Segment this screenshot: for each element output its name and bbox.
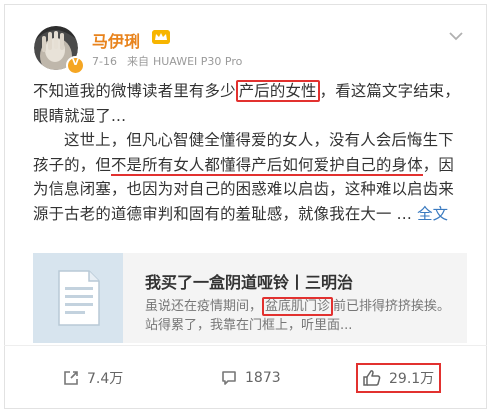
desc-highlight-box: 盆底肌门诊: [262, 297, 334, 316]
post-meta: 7-16 来自 HUAWEI P30 Pro: [92, 53, 252, 69]
like-count: 29.1万: [389, 371, 435, 387]
thumbs-up-icon: [363, 370, 381, 386]
post-source-prefix: 来自: [126, 55, 149, 68]
paragraph-1: 不知道我的微博读者里有多少 产后的女性 ，看这篇文字结束，眼睛就湿了...: [33, 79, 469, 128]
ellipsis: ...: [391, 204, 418, 223]
full-text-link[interactable]: 全文: [417, 205, 448, 223]
comment-count: 1873: [245, 370, 281, 386]
article-description: 虽说还在疫情期间， 盆底肌门诊 前已排得挤挤挨挨。站得累了，我靠在门框上，听里面..…: [145, 297, 461, 335]
chevron-down-icon[interactable]: [448, 27, 464, 41]
article-thumbnail: [33, 253, 123, 343]
verified-v-icon: V: [66, 56, 85, 75]
divider: [4, 345, 487, 346]
repost-button[interactable]: 7.4万: [62, 366, 123, 390]
vip-crown-icon: [152, 30, 170, 44]
article-title[interactable]: 我买了一盒阴道哑铃丨三明治: [145, 269, 353, 293]
desc-text-a: 虽说还在疫情期间，: [145, 299, 263, 314]
comment-button[interactable]: 1873: [220, 366, 281, 390]
action-bar: 7.4万 1873 29.1万: [4, 358, 487, 398]
comment-icon: [222, 371, 236, 385]
repost-icon: [64, 371, 78, 385]
post-date[interactable]: 7-16: [92, 55, 117, 68]
article-card[interactable]: 我买了一盒阴道哑铃丨三明治 虽说还在疫情期间， 盆底肌门诊 前已排得挤挤挨挨。站得累…: [33, 253, 467, 343]
post-text: 不知道我的微博读者里有多少 产后的女性 ，看这篇文字结束，眼睛就湿了... 这世上，…: [33, 79, 469, 227]
like-button[interactable]: 29.1万: [356, 363, 442, 393]
document-icon: [33, 253, 123, 343]
paragraph-2: 这世上，但凡心智健全懂得爱的女人，没有人会后悔生下孩子的，但不是所有女人都懂得产…: [33, 128, 469, 226]
post-device: HUAWEI P30 Pro: [152, 55, 243, 68]
highlight-underline: 不是所有女人都懂得产后如何爱护自己的身体: [110, 155, 423, 176]
username[interactable]: 马伊琍: [92, 28, 140, 52]
highlight-box: 产后的女性: [235, 80, 320, 102]
repost-count: 7.4万: [87, 371, 124, 387]
p1-text-a: 不知道我的微博读者里有多少: [33, 82, 236, 100]
